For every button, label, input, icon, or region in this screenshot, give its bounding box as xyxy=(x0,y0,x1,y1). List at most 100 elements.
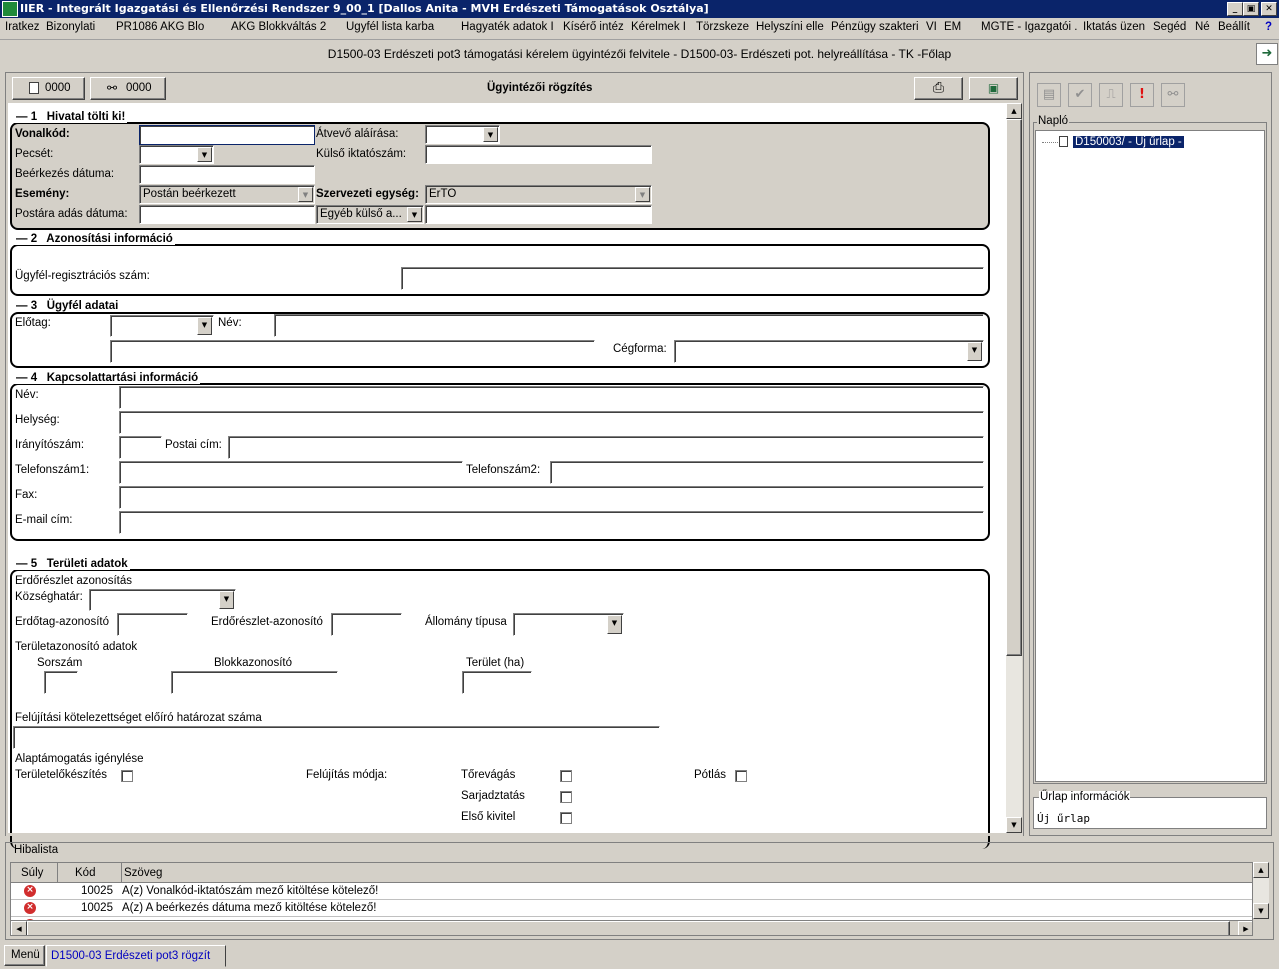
section-number: 2 xyxy=(30,233,38,245)
link-icon[interactable]: ⚯ xyxy=(1161,83,1185,107)
col-header-kod[interactable]: Kód xyxy=(75,867,95,879)
beerkezes-input[interactable] xyxy=(139,165,315,184)
menu-item[interactable]: Törzskeze xyxy=(696,21,752,33)
fax-input[interactable] xyxy=(119,486,984,509)
menu-item[interactable]: Iktatás üzen xyxy=(1083,21,1151,33)
scroll-thumb[interactable] xyxy=(1006,119,1022,656)
section-2-header: — 2 Azonosítási információ xyxy=(14,233,175,245)
scroll-down-button[interactable]: ▼ xyxy=(1006,817,1022,833)
menu-item[interactable]: AKG Blokkváltás 2 xyxy=(231,21,329,33)
col-header-suly[interactable]: Súly xyxy=(21,867,43,879)
active-form-tab[interactable]: D1500-03 Erdészeti pot3 rögzít xyxy=(46,945,226,967)
kulso-input[interactable] xyxy=(425,145,652,164)
print-icon[interactable]: ⎙ xyxy=(914,77,963,100)
teruletelo-checkbox[interactable] xyxy=(121,770,133,782)
table-row[interactable]: × 10025 A(z) A beérkezés dátuma mező kit… xyxy=(11,901,1252,917)
scroll-thumb[interactable] xyxy=(27,921,1230,935)
menu-item[interactable]: Bizonylati xyxy=(46,21,98,33)
minimize-button[interactable]: _ xyxy=(1227,2,1243,16)
tel2-input[interactable] xyxy=(550,461,984,484)
egyeb-input[interactable] xyxy=(425,205,652,224)
error-vertical-scrollbar[interactable]: ▲ ▼ xyxy=(1253,862,1269,919)
form-vertical-scrollbar[interactable]: ▲ ▼ xyxy=(1006,103,1022,833)
irsz-input[interactable] xyxy=(119,436,162,459)
menu-item[interactable]: VI xyxy=(926,21,940,33)
kozseg-select[interactable]: ▼ xyxy=(89,589,236,611)
alert-icon[interactable]: ! xyxy=(1130,83,1154,107)
form-bottom-edge xyxy=(6,833,1023,836)
section-number: 3 xyxy=(30,300,38,312)
error-code: 10025 xyxy=(81,902,113,914)
menu-item[interactable]: Né xyxy=(1195,21,1213,33)
allomany-select[interactable]: ▼ xyxy=(513,613,624,636)
reg-input[interactable] xyxy=(401,267,984,290)
menu-item[interactable]: Segéd xyxy=(1153,21,1189,33)
col-header-szoveg[interactable]: Szöveg xyxy=(124,867,162,879)
export-excel-icon[interactable]: ▣ xyxy=(969,77,1018,100)
col-divider xyxy=(121,863,122,883)
terulet-input[interactable] xyxy=(462,671,532,694)
tree-item[interactable]: D150003/ - Új űrlap - xyxy=(1073,136,1184,148)
vonalkod-input[interactable] xyxy=(139,125,315,145)
menu-item[interactable]: PR1086 AKG Blo xyxy=(116,21,212,33)
menu-item[interactable]: Kísérő intéz xyxy=(563,21,628,33)
menu-item[interactable]: EM xyxy=(944,21,964,33)
error-horizontal-scrollbar[interactable]: ◀ ▶ xyxy=(11,920,1252,935)
kapcs-nev-input[interactable] xyxy=(119,386,984,409)
erdoreszlet-az-input[interactable] xyxy=(331,613,402,636)
torevagas-checkbox[interactable] xyxy=(560,770,572,782)
menu-item[interactable]: Pénzügy szakteri xyxy=(831,21,923,33)
scroll-up-button[interactable]: ▲ xyxy=(1006,103,1022,119)
help-icon[interactable]: ? xyxy=(1265,21,1277,33)
erdoreszlet-label: Erdőrészlet azonosítás xyxy=(15,575,132,587)
postara-input[interactable] xyxy=(139,205,315,224)
nev2-input[interactable] xyxy=(110,340,595,363)
menu-item[interactable]: Hagyaték adatok I xyxy=(461,21,559,33)
sarjadztatas-checkbox[interactable] xyxy=(560,791,572,803)
tab-button-document[interactable]: 0000 xyxy=(12,77,85,100)
scroll-down-button[interactable]: ▼ xyxy=(1253,903,1269,919)
maximize-button[interactable]: ▣ xyxy=(1243,2,1259,16)
esemeny-select[interactable]: Postán beérkezett ▼ xyxy=(139,185,315,204)
menu-tab[interactable]: Menü xyxy=(4,945,45,966)
tab-button-link[interactable]: ⚯ 0000 xyxy=(90,77,166,100)
alap-label: Alaptámogatás igénylése xyxy=(15,753,144,765)
document-icon[interactable]: ▤ xyxy=(1037,83,1061,107)
menu-item[interactable]: Ügyfél lista karba xyxy=(346,21,444,33)
helyseg-input[interactable] xyxy=(119,411,984,434)
menu-item[interactable]: Beállít xyxy=(1218,21,1258,33)
close-button[interactable]: ✕ xyxy=(1261,2,1277,16)
tab-button-label: 0000 xyxy=(45,82,71,94)
potlas-checkbox[interactable] xyxy=(735,770,747,782)
cegforma-select[interactable]: ▼ xyxy=(674,340,984,363)
elotag-select[interactable]: ▼ xyxy=(110,315,214,337)
step-icon[interactable]: ⎍ xyxy=(1099,83,1123,107)
section-title: Kapcsolattartási információ xyxy=(46,372,199,384)
sorszam-input[interactable] xyxy=(44,671,78,694)
felujitasi-input[interactable] xyxy=(13,726,660,749)
menu-item[interactable]: Kérelmek I xyxy=(631,21,691,33)
menu-item[interactable]: Helyszíni elle xyxy=(756,21,826,33)
blokk-input[interactable] xyxy=(171,671,338,694)
scroll-right-button[interactable]: ▶ xyxy=(1238,921,1252,935)
email-input[interactable] xyxy=(119,511,984,534)
erdotag-input[interactable] xyxy=(117,613,188,636)
table-row[interactable]: × 10025 A(z) Vonalkód-iktatószám mező ki… xyxy=(11,884,1252,900)
scroll-up-button[interactable]: ▲ xyxy=(1253,862,1269,878)
tel1-input[interactable] xyxy=(119,461,463,484)
allomany-label: Állomány típusa xyxy=(425,616,507,628)
menu-item[interactable]: MGTE - Igazgatói . xyxy=(981,21,1077,33)
error-table: Súly Kód Szöveg × 10025 A(z) Vonalkód-ik… xyxy=(10,862,1253,936)
pecset-select[interactable]: ▼ xyxy=(139,145,214,164)
egyeb-select[interactable]: Egyéb külső a... ▼ xyxy=(316,205,424,224)
nev-input[interactable] xyxy=(274,314,984,337)
check-icon[interactable]: ✔ xyxy=(1068,83,1092,107)
menu-item[interactable]: Iratkez xyxy=(5,21,43,33)
postai-input[interactable] xyxy=(228,436,984,459)
szerv-select[interactable]: ErTO ▼ xyxy=(425,185,652,204)
atvevo-select[interactable]: ▼ xyxy=(425,125,500,144)
elso-checkbox[interactable] xyxy=(560,812,572,824)
scroll-left-button[interactable]: ◀ xyxy=(11,921,27,935)
exit-icon[interactable]: ➜ xyxy=(1256,43,1278,65)
link-icon: ⚯ xyxy=(107,81,118,95)
